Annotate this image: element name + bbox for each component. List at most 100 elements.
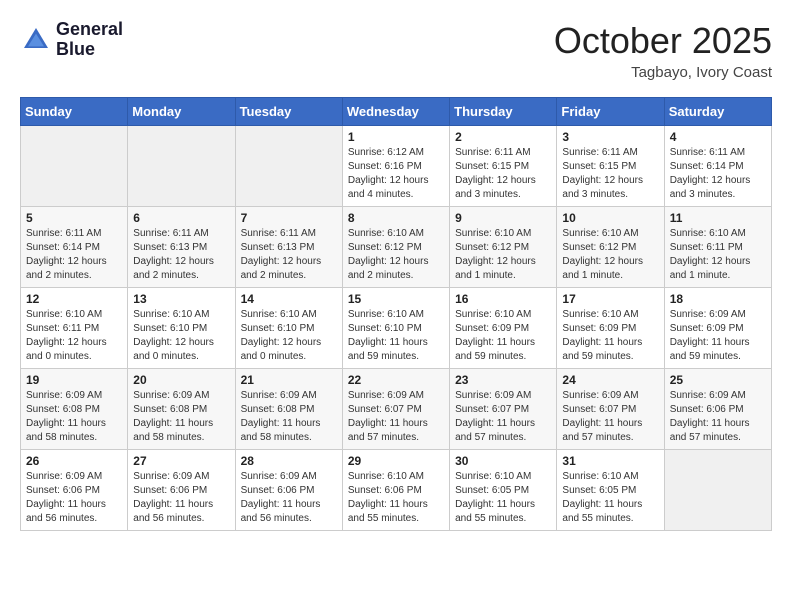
calendar-cell: 23Sunrise: 6:09 AMSunset: 6:07 PMDayligh… xyxy=(450,369,557,450)
day-info: Sunrise: 6:10 AMSunset: 6:10 PMDaylight:… xyxy=(348,308,444,364)
calendar-cell xyxy=(128,126,235,207)
calendar-cell: 13Sunrise: 6:10 AMSunset: 6:10 PMDayligh… xyxy=(128,288,235,369)
day-number: 8 xyxy=(348,211,444,225)
day-number: 30 xyxy=(455,454,551,468)
day-number: 29 xyxy=(348,454,444,468)
week-row-3: 12 Sunrise: 6:10 AMSunset: 6:11 PMDayligh… xyxy=(21,288,772,369)
day-number: 10 xyxy=(562,211,658,225)
day-number: 16 xyxy=(455,292,551,306)
day-info: Sunrise: 6:11 AMSunset: 6:13 PMDaylight:… xyxy=(241,227,337,283)
logo-icon xyxy=(20,24,52,56)
day-number: 1 xyxy=(348,130,444,144)
calendar-cell: 20 Sunrise: 6:09 AMSunset: 6:08 PMDayligh… xyxy=(128,369,235,450)
day-info: Sunrise: 6:11 AMSunset: 6:14 PMDaylight:… xyxy=(670,146,766,202)
day-number: 22 xyxy=(348,373,444,387)
calendar-cell: 17 Sunrise: 6:10 AMSunset: 6:09 PMDayligh… xyxy=(557,288,664,369)
calendar-cell: 4 Sunrise: 6:11 AMSunset: 6:14 PMDaylight… xyxy=(664,126,771,207)
day-number: 27 xyxy=(133,454,229,468)
calendar-cell: 18 Sunrise: 6:09 AMSunset: 6:09 PMDayligh… xyxy=(664,288,771,369)
calendar-cell: 11 Sunrise: 6:10 AMSunset: 6:11 PMDayligh… xyxy=(664,207,771,288)
week-row-2: 5 Sunrise: 6:11 AMSunset: 6:14 PMDaylight… xyxy=(21,207,772,288)
weekday-header-friday: Friday xyxy=(557,98,664,126)
day-number: 18 xyxy=(670,292,766,306)
day-number: 7 xyxy=(241,211,337,225)
calendar-cell: 8 Sunrise: 6:10 AMSunset: 6:12 PMDaylight… xyxy=(342,207,449,288)
calendar-cell: 5 Sunrise: 6:11 AMSunset: 6:14 PMDaylight… xyxy=(21,207,128,288)
day-info: Sunrise: 6:09 AMSunset: 6:06 PMDaylight:… xyxy=(670,389,766,445)
day-info: Sunrise: 6:10 AMSunset: 6:11 PMDaylight:… xyxy=(26,308,122,364)
calendar-cell: 14 Sunrise: 6:10 AMSunset: 6:10 PMDayligh… xyxy=(235,288,342,369)
day-info: Sunrise: 6:12 AMSunset: 6:16 PMDaylight:… xyxy=(348,146,444,202)
day-number: 9 xyxy=(455,211,551,225)
day-info: Sunrise: 6:09 AMSunset: 6:07 PMDaylight:… xyxy=(455,389,551,445)
title-block: October 2025 Tagbayo, Ivory Coast xyxy=(554,20,772,81)
calendar-cell: 2 Sunrise: 6:11 AMSunset: 6:15 PMDaylight… xyxy=(450,126,557,207)
day-number: 14 xyxy=(241,292,337,306)
calendar-cell: 27Sunrise: 6:09 AMSunset: 6:06 PMDayligh… xyxy=(128,450,235,531)
page-header: General Blue October 2025 Tagbayo, Ivory… xyxy=(20,20,772,81)
day-number: 2 xyxy=(455,130,551,144)
weekday-header-sunday: Sunday xyxy=(21,98,128,126)
weekday-header-wednesday: Wednesday xyxy=(342,98,449,126)
calendar-cell: 7 Sunrise: 6:11 AMSunset: 6:13 PMDaylight… xyxy=(235,207,342,288)
day-info: Sunrise: 6:11 AMSunset: 6:15 PMDaylight:… xyxy=(455,146,551,202)
day-number: 31 xyxy=(562,454,658,468)
day-number: 19 xyxy=(26,373,122,387)
weekday-header-monday: Monday xyxy=(128,98,235,126)
month-title: October 2025 xyxy=(554,20,772,62)
calendar-cell: 12 Sunrise: 6:10 AMSunset: 6:11 PMDayligh… xyxy=(21,288,128,369)
calendar-cell: 10Sunrise: 6:10 AMSunset: 6:12 PMDayligh… xyxy=(557,207,664,288)
day-info: Sunrise: 6:11 AMSunset: 6:14 PMDaylight:… xyxy=(26,227,122,283)
day-info: Sunrise: 6:10 AMSunset: 6:09 PMDaylight:… xyxy=(455,308,551,364)
calendar-cell: 29Sunrise: 6:10 AMSunset: 6:06 PMDayligh… xyxy=(342,450,449,531)
calendar-cell: 30 Sunrise: 6:10 AMSunset: 6:05 PMDayligh… xyxy=(450,450,557,531)
calendar-cell: 22Sunrise: 6:09 AMSunset: 6:07 PMDayligh… xyxy=(342,369,449,450)
day-info: Sunrise: 6:10 AMSunset: 6:12 PMDaylight:… xyxy=(348,227,444,283)
day-number: 21 xyxy=(241,373,337,387)
day-number: 6 xyxy=(133,211,229,225)
logo-text: General Blue xyxy=(56,20,123,60)
day-info: Sunrise: 6:10 AMSunset: 6:10 PMDaylight:… xyxy=(241,308,337,364)
calendar-cell: 21 Sunrise: 6:09 AMSunset: 6:08 PMDayligh… xyxy=(235,369,342,450)
weekday-header-row: SundayMondayTuesdayWednesdayThursdayFrid… xyxy=(21,98,772,126)
day-number: 24 xyxy=(562,373,658,387)
day-number: 3 xyxy=(562,130,658,144)
day-number: 13 xyxy=(133,292,229,306)
day-info: Sunrise: 6:09 AMSunset: 6:08 PMDaylight:… xyxy=(133,389,229,445)
day-number: 4 xyxy=(670,130,766,144)
day-number: 15 xyxy=(348,292,444,306)
day-number: 12 xyxy=(26,292,122,306)
calendar-cell: 16 Sunrise: 6:10 AMSunset: 6:09 PMDayligh… xyxy=(450,288,557,369)
calendar-cell xyxy=(235,126,342,207)
calendar-cell: 26Sunrise: 6:09 AMSunset: 6:06 PMDayligh… xyxy=(21,450,128,531)
weekday-header-tuesday: Tuesday xyxy=(235,98,342,126)
day-number: 20 xyxy=(133,373,229,387)
day-number: 17 xyxy=(562,292,658,306)
day-info: Sunrise: 6:11 AMSunset: 6:15 PMDaylight:… xyxy=(562,146,658,202)
day-number: 26 xyxy=(26,454,122,468)
day-info: Sunrise: 6:10 AMSunset: 6:11 PMDaylight:… xyxy=(670,227,766,283)
calendar-cell: 1 Sunrise: 6:12 AMSunset: 6:16 PMDaylight… xyxy=(342,126,449,207)
day-info: Sunrise: 6:10 AMSunset: 6:05 PMDaylight:… xyxy=(455,470,551,526)
calendar-cell: 24 Sunrise: 6:09 AMSunset: 6:07 PMDayligh… xyxy=(557,369,664,450)
day-info: Sunrise: 6:09 AMSunset: 6:08 PMDaylight:… xyxy=(26,389,122,445)
day-info: Sunrise: 6:10 AMSunset: 6:09 PMDaylight:… xyxy=(562,308,658,364)
location: Tagbayo, Ivory Coast xyxy=(554,64,772,81)
day-number: 11 xyxy=(670,211,766,225)
day-info: Sunrise: 6:09 AMSunset: 6:06 PMDaylight:… xyxy=(241,470,337,526)
day-info: Sunrise: 6:10 AMSunset: 6:05 PMDaylight:… xyxy=(562,470,658,526)
calendar-cell: 28Sunrise: 6:09 AMSunset: 6:06 PMDayligh… xyxy=(235,450,342,531)
weekday-header-thursday: Thursday xyxy=(450,98,557,126)
day-info: Sunrise: 6:09 AMSunset: 6:09 PMDaylight:… xyxy=(670,308,766,364)
week-row-5: 26 Sunrise: 6:09 AMSunset: 6:06 PMDayligh… xyxy=(21,450,772,531)
day-info: Sunrise: 6:09 AMSunset: 6:08 PMDaylight:… xyxy=(241,389,337,445)
day-info: Sunrise: 6:09 AMSunset: 6:07 PMDaylight:… xyxy=(562,389,658,445)
calendar-cell xyxy=(664,450,771,531)
day-info: Sunrise: 6:11 AMSunset: 6:13 PMDaylight:… xyxy=(133,227,229,283)
calendar-cell: 9Sunrise: 6:10 AMSunset: 6:12 PMDaylight… xyxy=(450,207,557,288)
calendar-cell xyxy=(21,126,128,207)
calendar: SundayMondayTuesdayWednesdayThursdayFrid… xyxy=(20,97,772,531)
calendar-cell: 19 Sunrise: 6:09 AMSunset: 6:08 PMDayligh… xyxy=(21,369,128,450)
day-number: 5 xyxy=(26,211,122,225)
weekday-header-saturday: Saturday xyxy=(664,98,771,126)
